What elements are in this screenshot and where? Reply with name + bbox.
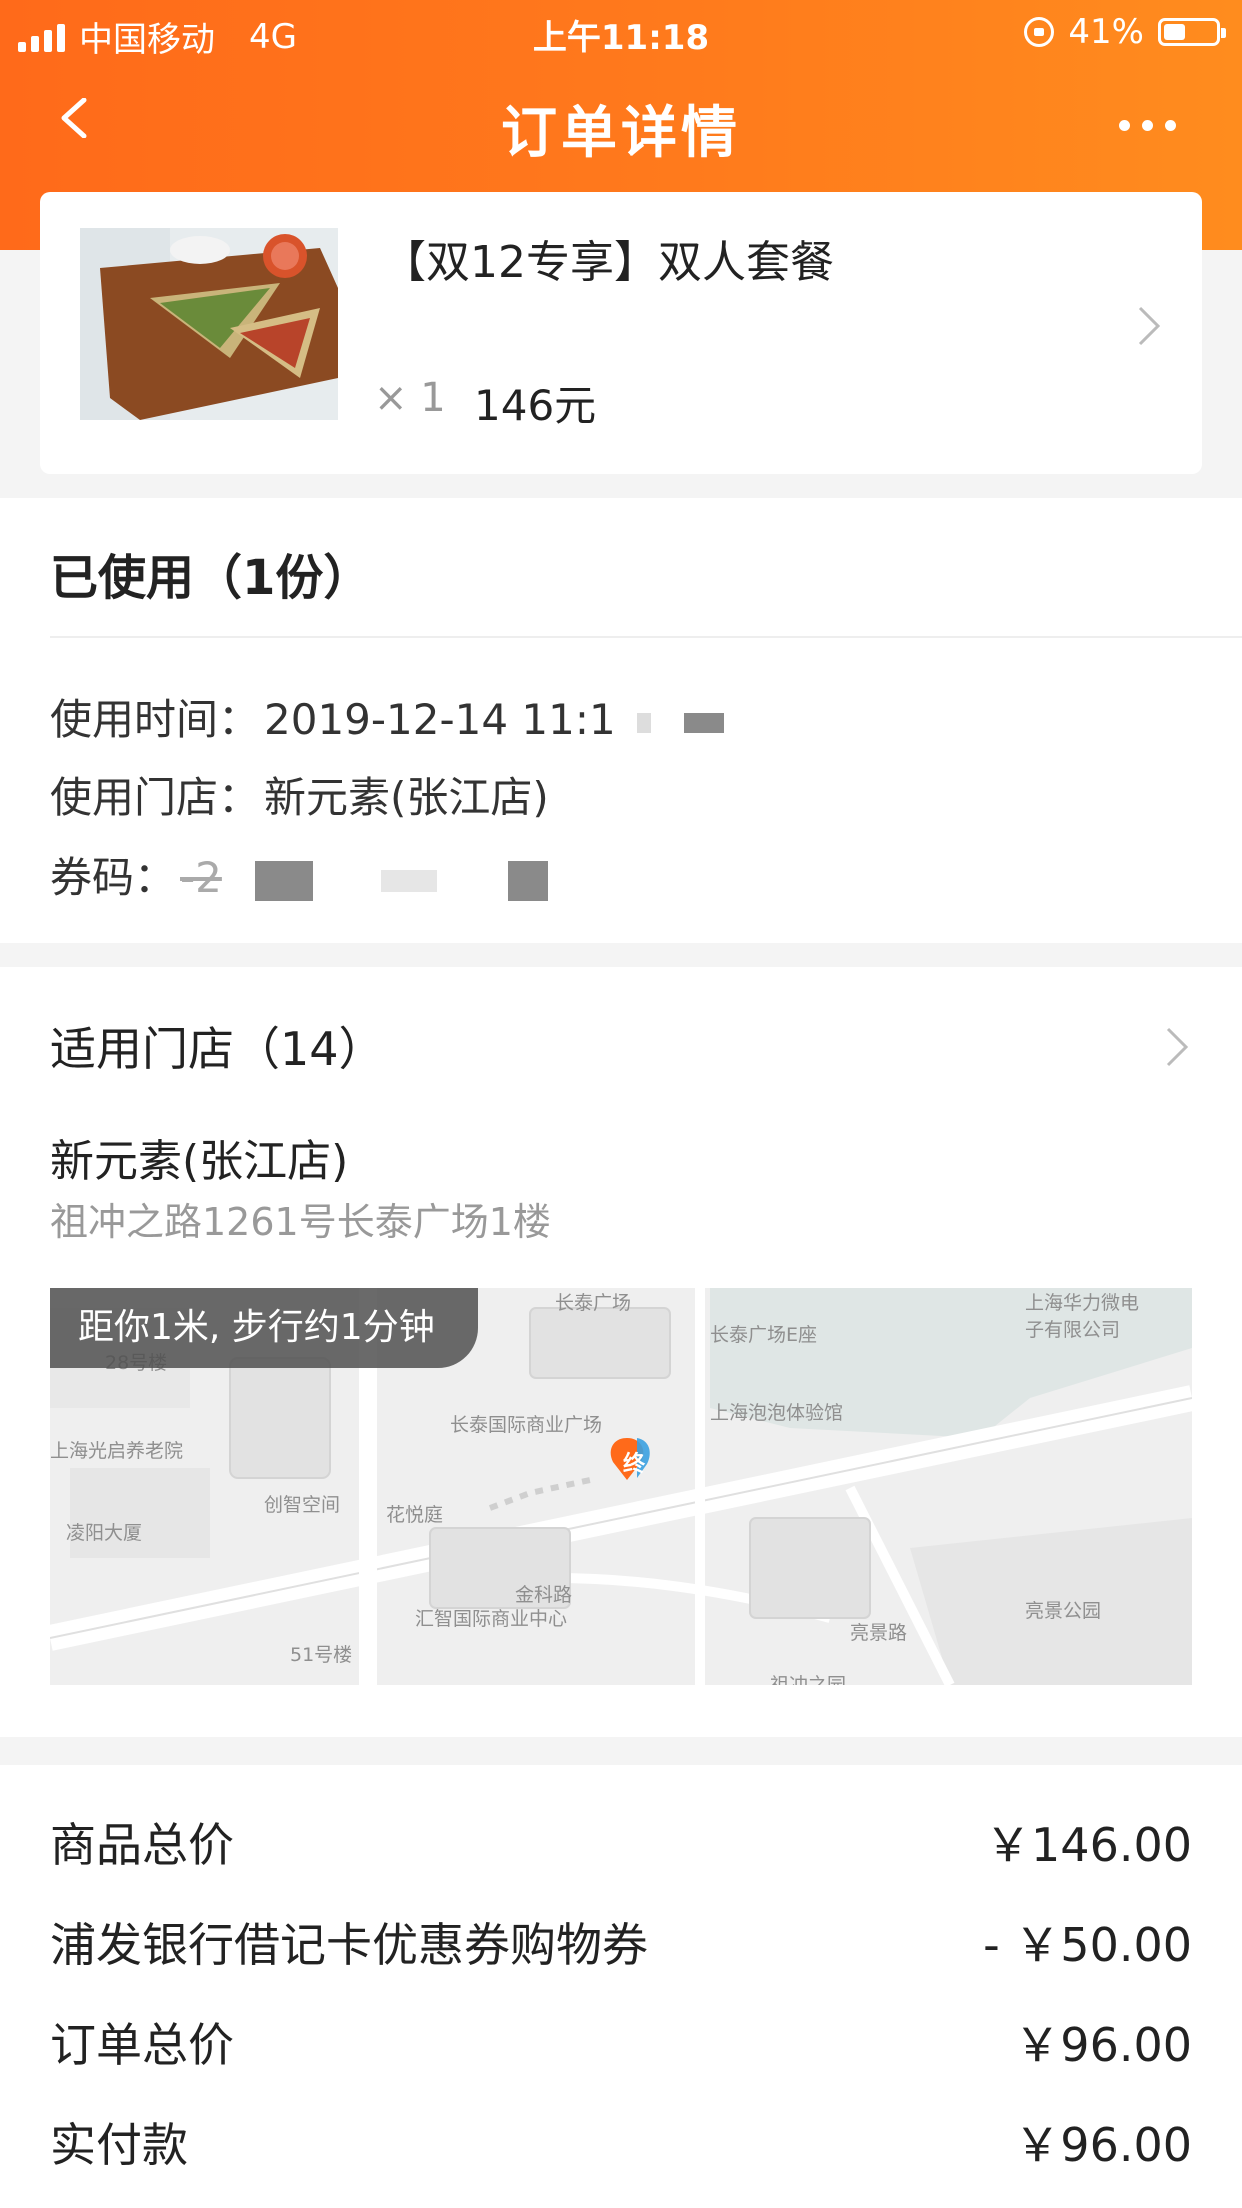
map-poi-label: 花悦庭 <box>386 1504 444 1526</box>
store-map[interactable]: 上海华力微电子有限公司长泰广场E座上海泡泡体验馆长泰国际商业广场上海光启养老院创… <box>50 1288 1192 1685</box>
coupon-code-label: 券码： <box>50 853 177 902</box>
map-poi-label: 祖冲之园 <box>770 1674 847 1685</box>
product-card[interactable]: 【双12专享】双人套餐 × 1 146元 <box>40 192 1202 474</box>
redaction-mosaic <box>255 860 314 901</box>
usage-status-title: 已使用（1份） <box>50 550 372 606</box>
map-poi-label: 创智空间 <box>264 1494 341 1516</box>
battery-icon <box>1158 18 1226 46</box>
more-menu-icon[interactable] <box>1119 120 1176 131</box>
summary-value: ￥96.00 <box>1014 2018 1192 2072</box>
product-name: 【双12专享】双人套餐 <box>382 237 834 288</box>
status-bar: 中国移动 4G 上午11:18 41% <box>0 0 1242 64</box>
distance-tip: 距你1米, 步行约1分钟 <box>50 1288 478 1368</box>
divider <box>50 636 1242 638</box>
applicable-stores-link[interactable]: 适用门店（14） <box>50 1013 385 1079</box>
nav-bar: 订单详情 <box>0 70 1242 180</box>
usage-store-value: 新元素(张江店) <box>264 773 549 822</box>
map-poi-label: 亮景公园 <box>1025 1600 1102 1622</box>
summary-row: 浦发银行借记卡优惠券购物券 - ￥50.00 <box>50 1909 1192 1972</box>
summary-label: 浦发银行借记卡优惠券购物券 <box>50 1918 648 1972</box>
map-pin-label: 终 <box>623 1452 646 1477</box>
summary-row: 订单总价 ￥96.00 <box>50 2009 1192 2072</box>
price-summary: 商品总价 ￥146.00 浦发银行借记卡优惠券购物券 - ￥50.00 订单总价 ￥96.… <box>0 1765 1242 2208</box>
map-poi-label: 金科路 <box>515 1584 573 1606</box>
usage-store-label: 使用门店： <box>50 773 261 822</box>
map-poi-label: 51号楼 <box>290 1644 353 1666</box>
summary-value: ￥146.00 <box>985 1818 1192 1872</box>
coupon-code-value: -2 <box>180 853 222 902</box>
map-poi-label: 汇智国际商业中心 <box>415 1608 568 1630</box>
page-title: 订单详情 <box>501 101 741 166</box>
chevron-right-icon <box>1138 306 1161 346</box>
chevron-right-icon[interactable] <box>1164 1025 1190 1069</box>
redaction-mosaic <box>380 869 437 892</box>
store-address: 祖冲之路1261号长泰广场1楼 <box>50 1200 551 1244</box>
redaction-mosaic <box>637 712 652 733</box>
summary-label: 实付款 <box>50 2118 188 2172</box>
map-poi-label: 上海华力微电子有限公司 <box>1025 1292 1140 1341</box>
summary-row: 商品总价 ￥146.00 <box>50 1809 1192 1872</box>
usage-time-row: 使用时间：2019-12-14 11:1 <box>50 686 725 747</box>
product-price: 146元 <box>474 381 597 430</box>
summary-value: ￥96.00 <box>1014 2118 1192 2172</box>
map-poi-label: 凌阳大厦 <box>66 1522 143 1544</box>
product-quantity: × 1 <box>374 375 446 421</box>
map-poi-label: 亮景路 <box>850 1622 908 1644</box>
redaction-mosaic <box>684 712 725 733</box>
rotation-lock-icon <box>1024 17 1055 47</box>
map-poi-label: 长泰广场E座 <box>710 1324 818 1346</box>
map-poi-label: 上海泡泡体验馆 <box>710 1402 844 1424</box>
battery-percent: 41% <box>1068 12 1144 52</box>
usage-store-row: 使用门店：新元素(张江店) <box>50 764 549 825</box>
summary-row: 实付款 ￥96.00 <box>50 2109 1192 2172</box>
map-poi-label: 长泰广场 <box>555 1292 632 1314</box>
product-image <box>80 228 338 420</box>
usage-time-label: 使用时间： <box>50 695 261 744</box>
store-name: 新元素(张江店) <box>50 1136 349 1187</box>
map-poi-label: 上海光启养老院 <box>50 1440 184 1462</box>
redaction-mosaic <box>507 860 548 901</box>
usage-section: 已使用（1份） 使用时间：2019-12-14 11:1 使用门店：新元素(张江… <box>0 498 1242 943</box>
summary-label: 商品总价 <box>50 1818 234 1872</box>
summary-value: - ￥50.00 <box>983 1918 1192 1972</box>
map-poi-label: 长泰国际商业广场 <box>450 1414 603 1436</box>
summary-label: 订单总价 <box>50 2018 234 2072</box>
usage-time-value: 2019-12-14 11:1 <box>264 695 616 744</box>
applicable-stores-section: 适用门店（14） 新元素(张江店) 祖冲之路1261号长泰广场1楼 上海华力微电… <box>0 967 1242 1737</box>
coupon-code-row: 券码：-2 <box>50 844 548 905</box>
